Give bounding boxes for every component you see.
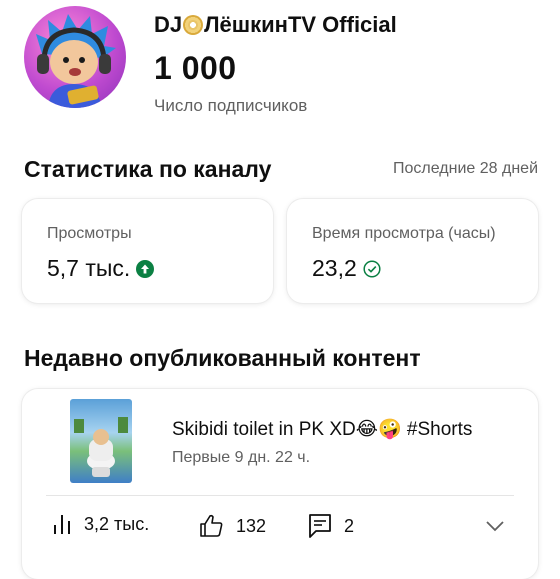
- video-views-metric: 3,2 тыс.: [52, 513, 149, 535]
- views-card[interactable]: Просмотры 5,7 тыс.: [22, 199, 273, 303]
- bar-chart-icon: [54, 515, 70, 534]
- channel-name: DJ ЛёшкинTV Official: [154, 12, 397, 38]
- subscriber-count: 1 000: [154, 50, 237, 86]
- cd-disc-icon: [183, 15, 204, 35]
- views-value: 5,7 тыс.: [47, 255, 131, 281]
- video-title[interactable]: Skibidi toilet in PK XD😂🤪 #Shorts: [172, 417, 472, 441]
- chevron-down-icon[interactable]: [484, 515, 506, 537]
- arrow-up-circle-icon: [136, 260, 155, 278]
- thumbs-up-icon: [200, 514, 223, 537]
- check-circle-icon: [363, 260, 381, 278]
- video-likes-metric: 132: [198, 513, 266, 539]
- channel-name-suffix: ЛёшкинTV Official: [204, 12, 397, 37]
- video-likes: 132: [236, 515, 267, 536]
- video-age: Первые 9 дн. 22 ч.: [172, 449, 311, 466]
- stats-section-title: Статистика по каналу: [24, 156, 272, 182]
- video-comments: 2: [344, 515, 355, 536]
- views-value-row: 5,7 тыс.: [47, 255, 155, 282]
- video-views: 3,2 тыс.: [84, 513, 150, 534]
- watch-time-value-row: 23,2: [312, 255, 381, 282]
- divider: [46, 495, 514, 496]
- watch-time-value: 23,2: [312, 255, 357, 281]
- video-thumbnail[interactable]: [70, 399, 132, 483]
- channel-name-prefix: DJ: [154, 12, 183, 37]
- recent-video-card[interactable]: Skibidi toilet in PK XD😂🤪 #Shorts Первые…: [22, 389, 538, 579]
- stats-period: Последние 28 дней: [393, 160, 538, 177]
- video-comments-metric: 2: [308, 513, 354, 539]
- channel-header: DJ ЛёшкинTV Official 1 000 Число подписчи…: [24, 4, 544, 120]
- views-label: Просмотры: [47, 225, 132, 242]
- subscriber-label: Число подписчиков: [154, 96, 308, 115]
- watch-time-card[interactable]: Время просмотра (часы) 23,2: [287, 199, 538, 303]
- recent-section-title: Недавно опубликованный контент: [24, 345, 421, 371]
- watch-time-label: Время просмотра (часы): [312, 225, 496, 242]
- comment-icon: [309, 514, 331, 538]
- channel-avatar[interactable]: [24, 6, 126, 108]
